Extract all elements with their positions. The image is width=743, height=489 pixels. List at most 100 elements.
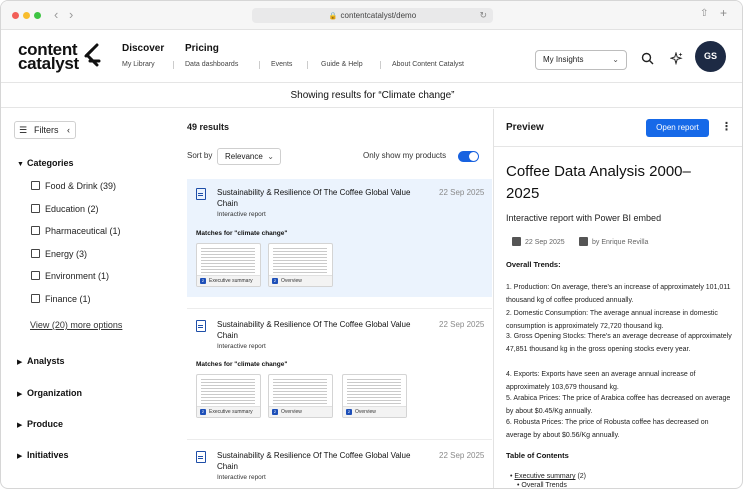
- checkbox[interactable]: [31, 271, 40, 280]
- back-arrow-icon[interactable]: ‹: [54, 8, 58, 22]
- logo-text-line2: catalyst: [18, 54, 79, 73]
- nav-my-library[interactable]: My Library: [122, 61, 155, 68]
- browser-window: ‹ › 🔒 contentcatalyst/demo ↻ ⇧ + content …: [0, 0, 743, 489]
- checkbox[interactable]: [31, 204, 40, 213]
- caret-right-icon: ▶: [17, 453, 23, 460]
- preview-subtitle: Interactive report with Power BI embed: [506, 213, 662, 223]
- nav-separator: [380, 61, 381, 69]
- lock-icon: 🔒: [328, 13, 338, 20]
- share-icon[interactable]: ⇧: [700, 8, 708, 19]
- nav-events[interactable]: Events: [271, 61, 292, 68]
- thumbnail-label: Overview: [355, 409, 376, 415]
- category-checkbox-item[interactable]: Education (2): [31, 204, 99, 214]
- trend-item: 3. Gross Opening Stocks: There's an aver…: [506, 333, 732, 353]
- result-title[interactable]: Sustainability & Resilience Of The Coffe…: [217, 187, 422, 209]
- nav-guide-help[interactable]: Guide & Help: [321, 61, 363, 68]
- nav-data-dashboards[interactable]: Data dashboards: [185, 61, 238, 68]
- maximize-window-button[interactable]: [34, 12, 41, 19]
- toc-heading: Table of Contents: [506, 451, 569, 460]
- view-more-options-link[interactable]: View (20) more options: [30, 320, 122, 330]
- category-checkbox-item[interactable]: Energy (3): [31, 249, 87, 259]
- sort-select[interactable]: Relevance ⌄: [217, 148, 281, 165]
- initiatives-section-toggle[interactable]: ▶ Initiatives: [17, 450, 69, 460]
- toc-subitem[interactable]: • Overall Trends: [517, 482, 567, 488]
- category-checkbox-item[interactable]: Food & Drink (39): [31, 181, 116, 191]
- categories-section-toggle[interactable]: ▼ Categories: [17, 158, 74, 168]
- card-divider: [187, 308, 492, 309]
- logo-mark-icon: [84, 43, 101, 67]
- result-card[interactable]: Sustainability & Resilience Of The Coffe…: [187, 442, 492, 488]
- thumbnail-footer: 2 Overview: [269, 275, 332, 286]
- result-title[interactable]: Sustainability & Resilience Of The Coffe…: [217, 450, 422, 472]
- results-count: 49 results: [187, 122, 230, 132]
- filters-label: Filters: [34, 125, 59, 135]
- produce-section-toggle[interactable]: ▶ Produce: [17, 419, 63, 429]
- page-thumbnail[interactable]: 2 Overview: [342, 374, 407, 418]
- thumbnail-preview: [201, 248, 255, 274]
- category-checkbox-item[interactable]: Environment (1): [31, 271, 109, 281]
- page-number-badge: 2: [272, 278, 278, 284]
- thumbnail-label: Executive summary: [209, 278, 253, 284]
- minimize-window-button[interactable]: [23, 12, 30, 19]
- toc-item[interactable]: • Executive summary (2): [510, 473, 586, 480]
- new-tab-icon[interactable]: +: [720, 6, 727, 20]
- nav-separator: [259, 61, 260, 69]
- matches-label: Matches for "climate change": [196, 230, 288, 237]
- reload-icon[interactable]: ↻: [479, 8, 487, 23]
- page-thumbnail[interactable]: 2 Executive summary: [196, 374, 261, 418]
- page-number-badge: 2: [200, 409, 206, 415]
- result-date: 22 Sep 2025: [439, 188, 485, 197]
- only-my-products-toggle[interactable]: [458, 151, 479, 162]
- toggle-knob: [469, 152, 478, 161]
- nav-discover[interactable]: Discover: [122, 43, 164, 54]
- checkbox[interactable]: [31, 294, 40, 303]
- page-number-badge: 2: [200, 278, 206, 284]
- section-title: Analysts: [27, 356, 65, 366]
- section-title: Produce: [27, 419, 64, 429]
- checkbox[interactable]: [31, 226, 40, 235]
- section-title: Initiatives: [27, 450, 69, 460]
- caret-right-icon: ▶: [17, 422, 23, 429]
- result-title[interactable]: Sustainability & Resilience Of The Coffe…: [217, 319, 422, 341]
- page-thumbnail[interactable]: 2 Overview: [268, 243, 333, 287]
- more-options-icon[interactable]: ⋮: [721, 120, 732, 133]
- nav-pricing[interactable]: Pricing: [185, 43, 219, 54]
- calendar-icon: [512, 237, 521, 246]
- page-thumbnail[interactable]: 2 Overview: [268, 374, 333, 418]
- toc-link[interactable]: Executive summary: [514, 473, 575, 480]
- result-type: Interactive report: [217, 343, 266, 350]
- category-checkbox-item[interactable]: Finance (1): [31, 294, 91, 304]
- logo[interactable]: content catalyst: [18, 41, 79, 73]
- checkbox[interactable]: [31, 249, 40, 258]
- preview-divider: [493, 109, 494, 488]
- user-avatar[interactable]: GS: [695, 41, 726, 72]
- result-card[interactable]: Sustainability & Resilience Of The Coffe…: [187, 311, 492, 429]
- result-date: 22 Sep 2025: [439, 320, 485, 329]
- preview-heading: Preview: [506, 122, 544, 133]
- my-insights-dropdown[interactable]: My Insights ⌄: [535, 50, 627, 70]
- organization-section-toggle[interactable]: ▶ Organization: [17, 388, 82, 398]
- thumbnail-label: Overview: [281, 409, 302, 415]
- checkbox[interactable]: [31, 181, 40, 190]
- search-icon[interactable]: [641, 52, 654, 65]
- forward-arrow-icon[interactable]: ›: [69, 8, 73, 22]
- sparkle-icon[interactable]: [670, 52, 683, 65]
- result-card[interactable]: Sustainability & Resilience Of The Coffe…: [187, 179, 492, 297]
- preview-title: Coffee Data Analysis 2000–2025: [506, 163, 691, 202]
- nav-about[interactable]: About Content Catalyst: [392, 61, 464, 68]
- page-thumbnail[interactable]: 2 Executive summary: [196, 243, 261, 287]
- close-window-button[interactable]: [12, 12, 19, 19]
- page-number-badge: 2: [272, 409, 278, 415]
- document-icon: [196, 320, 206, 332]
- address-bar[interactable]: 🔒 contentcatalyst/demo ↻: [252, 8, 493, 23]
- analysts-section-toggle[interactable]: ▶ Analysts: [17, 356, 65, 366]
- thumbnail-footer: 2 Executive summary: [197, 406, 260, 417]
- filters-button[interactable]: ☰ Filters ‹: [14, 121, 76, 139]
- toc-link[interactable]: Overall Trends: [521, 482, 567, 488]
- document-icon: [196, 188, 206, 200]
- document-icon: [196, 451, 206, 463]
- category-checkbox-item[interactable]: Pharmaceutical (1): [31, 226, 121, 236]
- browser-chrome: ‹ › 🔒 contentcatalyst/demo ↻ ⇧ +: [1, 1, 742, 30]
- open-report-button[interactable]: Open report: [646, 119, 709, 137]
- card-divider: [187, 439, 492, 440]
